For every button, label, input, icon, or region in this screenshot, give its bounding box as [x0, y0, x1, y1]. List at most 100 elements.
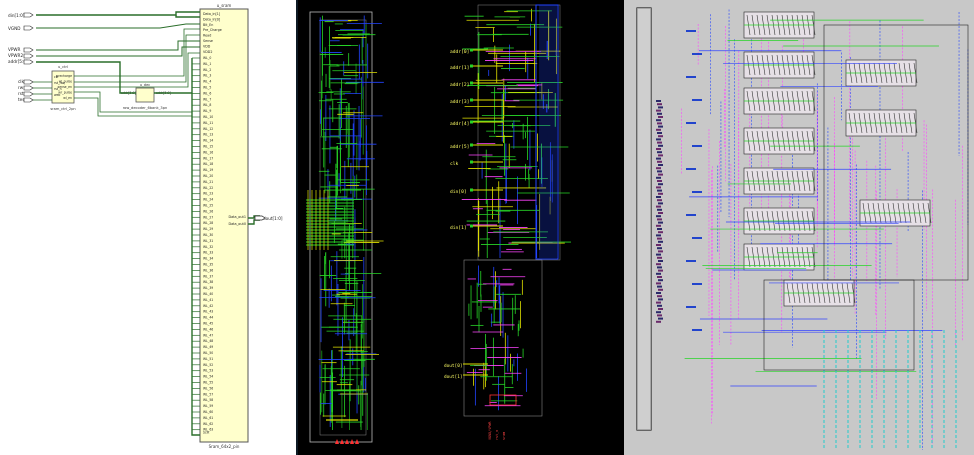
wl-pin-label: WL_58 [203, 398, 213, 402]
wl-pin-label: WL_44 [203, 316, 213, 320]
wl-pin-label: WL_61 [203, 416, 213, 420]
via-marker [658, 116, 663, 118]
wl-pin-label: WL_46 [203, 327, 213, 331]
via-marker [658, 144, 663, 147]
port-vpwr2: VPWR2 [8, 53, 23, 58]
port-pad [470, 143, 473, 147]
pin-marker [355, 439, 359, 444]
layout-canvas-dark: addr[0] addr[1] addr[2] addr[3] addr[4] … [306, 4, 571, 444]
port-pad [470, 160, 473, 164]
cell-boundary [477, 4, 561, 261]
wl-pin-label: WL_14 [203, 139, 213, 143]
wl-pin-label: WL_2 [203, 68, 211, 72]
net-wire [74, 28, 200, 77]
via-marker [657, 208, 662, 211]
via-marker [657, 295, 662, 298]
wl-pin-label: WL_10 [203, 115, 213, 119]
wl-pin-label: WL_60 [203, 410, 213, 414]
wl-pin-label: WL_40 [203, 292, 213, 296]
via-marker [658, 125, 663, 128]
via-marker [657, 228, 662, 230]
ctrl-block-title: u_ctrl [58, 65, 68, 69]
via-marker [658, 231, 663, 234]
wl-pin-label: WL_39 [203, 286, 213, 290]
wl-pin-label: WL_15 [203, 145, 213, 149]
via-marker [657, 237, 662, 240]
via-marker [658, 308, 663, 310]
wl-pin-label: WL_50 [203, 351, 213, 355]
via-marker [657, 304, 662, 307]
via-marker [658, 202, 663, 205]
port-din1: din[1] [450, 225, 467, 231]
via-marker [658, 192, 663, 195]
via-marker [656, 263, 661, 266]
via-marker [656, 205, 661, 208]
ctrl-pin-out: wr_pulse [58, 91, 72, 95]
port-addr3: addr[3] [450, 99, 469, 105]
wl-pin-label: WL_4 [203, 80, 211, 84]
pin-marker [686, 260, 696, 262]
pin-label: Data_in[1] [203, 12, 220, 16]
via-marker [656, 157, 661, 160]
via-marker [657, 151, 662, 154]
layout-panel-dark: addr[0] addr[1] addr[2] addr[3] addr[4] … [298, 0, 624, 455]
ctrl-pin-out: wl_en [63, 96, 72, 100]
via-marker [657, 112, 662, 115]
wl-pin-label: WL_47 [203, 333, 213, 337]
sram-block-footer: Sram_64x2_pin [209, 444, 240, 449]
decoder-block[interactable] [135, 87, 155, 103]
via-marker [656, 253, 661, 256]
pin-label: VDD2 [203, 50, 212, 54]
pin-marker [335, 439, 339, 444]
wl-pin-label: WL_52 [203, 363, 213, 367]
pin-marker [686, 168, 696, 170]
wl-pin-label: WL_16 [203, 150, 213, 154]
wl-pin-label: WL_5 [203, 86, 211, 90]
net-wire [74, 34, 200, 83]
wl-pin-label: WL_3 [203, 74, 211, 78]
wl-pin-label: WL_22 [203, 186, 213, 190]
net-wire [248, 219, 260, 225]
wl-pin-label: WL_23 [203, 192, 213, 196]
port-pad [470, 64, 473, 68]
wl-pin-label: WL_28 [203, 221, 213, 225]
via-marker [658, 173, 663, 176]
wl-pin-label: WL_59 [203, 404, 213, 408]
via-marker [656, 186, 661, 189]
wl-pin-label: WL_48 [203, 339, 213, 343]
via-marker [657, 189, 662, 192]
via-marker [656, 109, 661, 112]
net-wire [36, 11, 200, 16]
via-marker [656, 244, 661, 246]
via-marker [658, 164, 663, 166]
port-rw: rw [18, 85, 24, 90]
via-marker [658, 269, 663, 272]
wl-pin-label: WL_56 [203, 386, 213, 390]
pin-marker [350, 439, 354, 444]
via-marker [657, 266, 662, 269]
via-marker [656, 148, 661, 150]
port-clk: clk [18, 79, 24, 84]
wl-pin-label: WL_6 [203, 91, 211, 95]
pin-label: Read [203, 34, 211, 38]
wl-pin-label: WL_30 [203, 233, 213, 237]
via-marker [656, 196, 661, 198]
port-clk-mid: clk [450, 161, 459, 167]
pin-marker [692, 237, 702, 239]
via-marker [656, 224, 661, 227]
ctrl-pin-out: wl_pulse [59, 80, 72, 84]
port-addr4: addr[4] [450, 121, 469, 127]
net-wire [36, 46, 200, 57]
net-wire [36, 23, 200, 29]
via-marker [658, 240, 663, 243]
pin-box [489, 394, 517, 406]
via-marker [658, 183, 663, 186]
port-pad [470, 224, 473, 228]
via-marker [657, 199, 662, 202]
pin-label: Pre_Charge [203, 28, 222, 32]
layout-canvas-grey [636, 7, 969, 450]
port-addr2: addr[2] [450, 82, 469, 88]
pin-marker [686, 214, 696, 216]
via-marker [658, 212, 663, 214]
via-marker [656, 282, 661, 285]
